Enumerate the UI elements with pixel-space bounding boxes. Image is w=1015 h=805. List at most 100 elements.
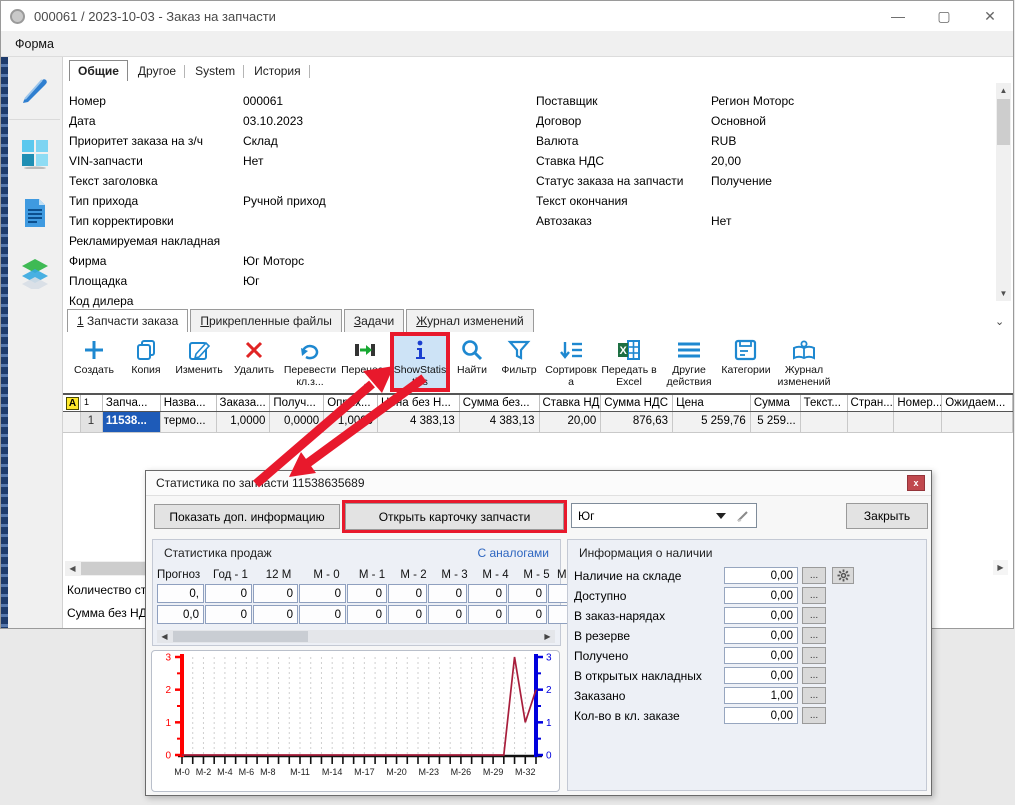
column-header[interactable]: Цена без Н... bbox=[378, 395, 460, 411]
фильтр-button[interactable]: Фильтр bbox=[497, 335, 541, 389]
tab-2[interactable]: Другое bbox=[129, 60, 185, 81]
cell-11[interactable]: 5 259,76 bbox=[673, 412, 751, 432]
availability-value-field[interactable]: 0,00 bbox=[724, 647, 798, 664]
column-header[interactable]: Номер... bbox=[894, 395, 942, 411]
cell-13[interactable] bbox=[801, 412, 848, 432]
изменить-button[interactable]: Изменить bbox=[173, 335, 225, 389]
availability-value-field[interactable]: 0,00 bbox=[724, 707, 798, 724]
more-button[interactable]: ... bbox=[802, 687, 826, 704]
копия-button[interactable]: Копия bbox=[123, 335, 169, 389]
cell-16[interactable] bbox=[942, 412, 1013, 432]
form-vertical-scrollbar[interactable]: ▲ ▼ bbox=[996, 83, 1011, 301]
column-header[interactable]: Оприх... bbox=[324, 395, 378, 411]
column-header[interactable]: Ставка НДС bbox=[540, 395, 602, 411]
категории-button[interactable]: Категории bbox=[721, 335, 771, 389]
column-header[interactable]: Сумма НДС bbox=[601, 395, 673, 411]
bottom-tab-3[interactable]: Задачи bbox=[344, 309, 404, 332]
scroll-left-icon[interactable]: ◀ bbox=[65, 561, 80, 576]
tab-3[interactable]: System bbox=[186, 60, 244, 81]
scroll-down-icon[interactable]: ▼ bbox=[996, 286, 1011, 301]
layers-icon[interactable] bbox=[19, 257, 51, 289]
scroll-right-icon[interactable]: ▶ bbox=[993, 560, 1008, 575]
availability-value-field[interactable]: 0,00 bbox=[724, 667, 798, 684]
column-header[interactable]: Ожидаем... bbox=[942, 395, 1013, 411]
bottom-tab-4[interactable]: Журнал изменений bbox=[406, 309, 534, 332]
передать-в-excel-button[interactable]: XПередать в Excel bbox=[601, 335, 657, 389]
more-button[interactable]: ... bbox=[802, 567, 826, 584]
column-header[interactable]: Сумма без... bbox=[460, 395, 540, 411]
availability-value-field[interactable]: 1,00 bbox=[724, 687, 798, 704]
cell-12[interactable]: 5 259... bbox=[751, 412, 801, 432]
удалить-button[interactable]: Удалить bbox=[229, 335, 279, 389]
scroll-thumb[interactable] bbox=[997, 99, 1010, 145]
more-button[interactable]: ... bbox=[802, 587, 826, 604]
more-button[interactable]: ... bbox=[802, 627, 826, 644]
cell-6[interactable]: 1,0000 bbox=[324, 412, 378, 432]
cell-14[interactable] bbox=[848, 412, 895, 432]
создать-button[interactable]: Создать bbox=[69, 335, 119, 389]
column-header[interactable]: Получ... bbox=[270, 395, 324, 411]
scroll-up-icon[interactable]: ▲ bbox=[996, 83, 1011, 98]
cell-2[interactable]: 11538... bbox=[103, 412, 161, 432]
журнал-изменений-button[interactable]: Журнал изменений bbox=[775, 335, 833, 389]
pencil-icon[interactable] bbox=[736, 509, 750, 523]
column-header[interactable]: Текст... bbox=[801, 395, 848, 411]
stats-horizontal-scrollbar[interactable]: ◀ ▶ bbox=[157, 630, 555, 643]
cell-1[interactable]: 1 bbox=[81, 412, 103, 432]
найти-button[interactable]: Найти bbox=[451, 335, 493, 389]
cell-7[interactable]: 4 383,13 bbox=[378, 412, 460, 432]
bottom-tab-2[interactable]: Прикрепленные файлы bbox=[190, 309, 342, 332]
cell-9[interactable]: 20,00 bbox=[540, 412, 602, 432]
more-button[interactable]: ... bbox=[802, 667, 826, 684]
tab-4[interactable]: История bbox=[245, 60, 310, 81]
close-button[interactable]: ✕ bbox=[967, 1, 1013, 31]
pen-icon[interactable] bbox=[19, 73, 51, 105]
tiles-icon[interactable] bbox=[19, 137, 51, 169]
more-button[interactable]: ... bbox=[802, 707, 826, 724]
warehouse-combobox[interactable]: Юг bbox=[571, 503, 757, 528]
cell-5[interactable]: 0,0000 bbox=[270, 412, 324, 432]
more-button[interactable]: ... bbox=[802, 647, 826, 664]
scroll-left-icon[interactable]: ◀ bbox=[158, 630, 171, 643]
menu-forma[interactable]: Форма bbox=[1, 37, 68, 51]
showstatistics-button[interactable]: ShowStatistics bbox=[393, 335, 447, 389]
gear-icon[interactable] bbox=[832, 567, 854, 584]
сортировка-button[interactable]: Сортировка bbox=[545, 335, 597, 389]
availability-value-field[interactable]: 0,00 bbox=[724, 627, 798, 644]
cell-15[interactable] bbox=[894, 412, 942, 432]
minimize-button[interactable]: — bbox=[875, 1, 921, 31]
cell-10[interactable]: 876,63 bbox=[601, 412, 673, 432]
close-dialog-button[interactable]: Закрыть bbox=[846, 503, 928, 529]
cell-0[interactable] bbox=[63, 412, 81, 432]
column-header[interactable]: Заказа... bbox=[217, 395, 271, 411]
availability-value-field[interactable]: 0,00 bbox=[724, 607, 798, 624]
maximize-button[interactable]: ▢ bbox=[921, 1, 967, 31]
availability-value-field[interactable]: 0,00 bbox=[724, 567, 798, 584]
column-header[interactable]: Запча... bbox=[103, 395, 161, 411]
open-part-card-button[interactable]: Открыть карточку запчасти bbox=[345, 503, 564, 530]
column-header[interactable]: Цена bbox=[673, 395, 751, 411]
column-header[interactable]: Стран... bbox=[848, 395, 895, 411]
перенес--button[interactable]: Перенес... bbox=[341, 335, 389, 389]
column-header[interactable]: A bbox=[63, 395, 81, 411]
table-row[interactable]: 111538...термо...1,00000,00001,00004 383… bbox=[63, 412, 1013, 433]
cell-8[interactable]: 4 383,13 bbox=[460, 412, 540, 432]
tab-1[interactable]: Общие bbox=[69, 60, 128, 81]
column-header[interactable]: 1 bbox=[81, 395, 103, 411]
document-icon[interactable] bbox=[19, 197, 51, 229]
column-header[interactable]: Сумма bbox=[751, 395, 801, 411]
column-header[interactable]: Назва... bbox=[161, 395, 217, 411]
cell-4[interactable]: 1,0000 bbox=[217, 412, 271, 432]
перевести-кл-з--button[interactable]: Перевести кл.з... bbox=[283, 335, 337, 389]
show-extra-info-button[interactable]: Показать доп. информацию bbox=[154, 504, 340, 529]
dialog-close-icon[interactable]: x bbox=[907, 475, 925, 491]
availability-value-field[interactable]: 0,00 bbox=[724, 587, 798, 604]
more-button[interactable]: ... bbox=[802, 607, 826, 624]
with-analogs-link[interactable]: С аналогами bbox=[477, 546, 549, 560]
bottom-tab-1[interactable]: 1 Запчасти заказа bbox=[67, 309, 188, 332]
chevron-down-icon[interactable]: ⌄ bbox=[995, 315, 1004, 328]
scroll-right-icon[interactable]: ▶ bbox=[541, 630, 554, 643]
cell-3[interactable]: термо... bbox=[161, 412, 217, 432]
другие-действия-button[interactable]: Другие действия bbox=[661, 335, 717, 389]
dropdown-arrow-icon[interactable] bbox=[716, 513, 726, 519]
